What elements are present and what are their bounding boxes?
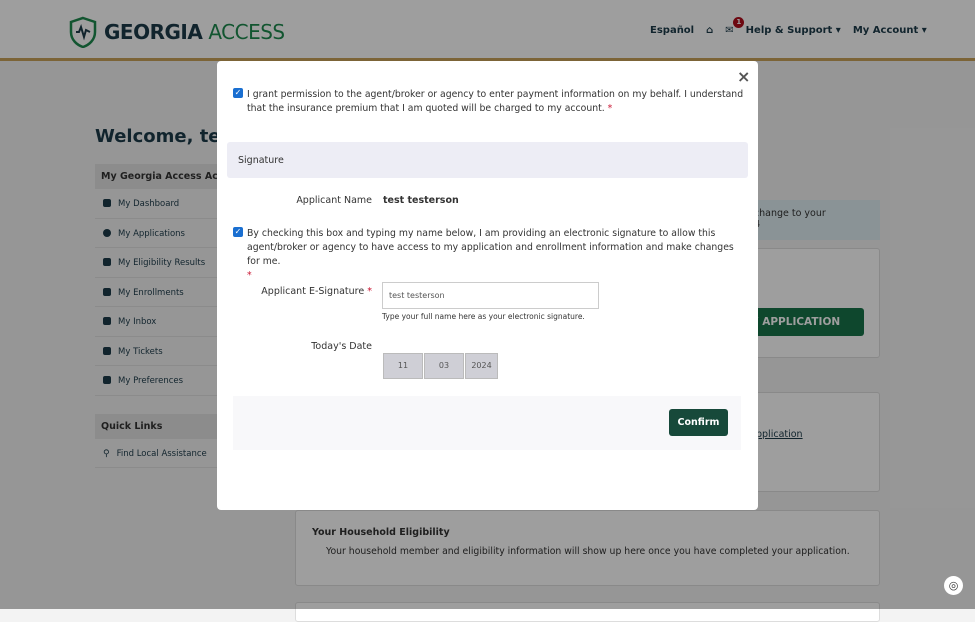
- modal-footer: [233, 396, 741, 450]
- permission-text: I grant permission to the agent/broker o…: [247, 89, 744, 114]
- consent-text: By checking this box and typing my name …: [247, 228, 734, 267]
- esignature-help-text: Type your full name here as your electro…: [382, 312, 585, 321]
- esignature-label-text: Applicant E-Signature: [261, 286, 365, 297]
- signature-modal: × ✓ I grant permission to the agent/brok…: [217, 61, 758, 510]
- close-icon[interactable]: ×: [737, 67, 750, 86]
- esignature-consent-checkbox[interactable]: ✓: [233, 227, 243, 237]
- payment-permission-text: I grant permission to the agent/broker o…: [247, 88, 747, 116]
- chat-help-icon[interactable]: ◎: [944, 576, 963, 595]
- esignature-input[interactable]: test testerson: [382, 282, 599, 309]
- applicant-name-label: Applicant Name: [296, 195, 372, 206]
- date-day-field[interactable]: 03: [424, 353, 464, 379]
- confirm-button[interactable]: Confirm: [669, 409, 728, 436]
- date-year-field[interactable]: 2024: [465, 353, 498, 379]
- required-marker: *: [367, 286, 372, 297]
- required-marker: *: [607, 103, 613, 114]
- applicant-name-value: test testerson: [383, 195, 459, 206]
- signature-section-header: Signature: [227, 142, 748, 178]
- esignature-consent-text: By checking this box and typing my name …: [247, 227, 747, 283]
- date-label: Today's Date: [311, 341, 372, 352]
- payment-permission-checkbox[interactable]: ✓: [233, 88, 243, 98]
- section-title: Signature: [238, 155, 284, 166]
- required-marker: *: [247, 270, 252, 281]
- date-month-field[interactable]: 11: [383, 353, 423, 379]
- esignature-label: Applicant E-Signature *: [237, 286, 372, 297]
